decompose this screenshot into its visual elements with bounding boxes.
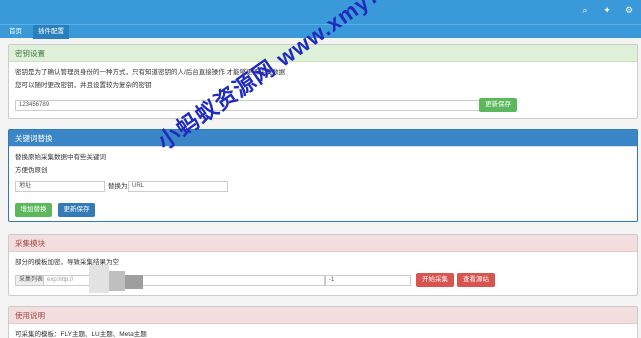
replace-label: 替换为 [108, 183, 128, 190]
secret-desc-2: 您可以随时更改密钥，并且设置较为复杂的密钥 [15, 82, 152, 89]
collect-panel: 采集模块 部分的模板加密，导致采集结果为空 采集列表 exp:http:// -… [8, 234, 638, 296]
add-replace-button[interactable]: 增加替换 [15, 203, 52, 217]
search-icon[interactable]: ⌕ [579, 5, 591, 16]
view-source-button[interactable]: 查看源站 [457, 273, 495, 287]
tab-plugin-config[interactable]: 插件配置 [33, 25, 69, 39]
secret-save-button[interactable]: 更新保存 [479, 98, 517, 112]
redaction-block [89, 265, 109, 293]
tab-home[interactable]: 首页 [4, 25, 27, 39]
address-input[interactable]: 地址 [15, 181, 105, 192]
sparkle-icon[interactable]: ✦ [601, 5, 613, 16]
url-input[interactable]: URL [128, 181, 228, 192]
keyword-desc-1: 替换原始采集数据中有些关键词 [15, 154, 106, 161]
redaction-block [125, 275, 143, 289]
keyword-panel-title: 关键词替换 [9, 130, 637, 147]
secret-panel: 密钥设置 密钥是为了确认管理员身份的一种方式，只有知道密钥的人/后台直接操作 才… [8, 44, 638, 119]
secret-key-input[interactable]: 123456789 [15, 100, 483, 111]
keyword-save-button[interactable]: 更新保存 [58, 203, 95, 217]
keyword-panel: 关键词替换 替换原始采集数据中有些关键词 方便伪原创 地址 替换为 URL 增加… [8, 129, 638, 222]
collect-panel-title: 采集模块 [9, 235, 637, 252]
collect-list-placeholder: exp:http:// [47, 277, 74, 283]
keyword-desc-2: 方便伪原创 [15, 167, 48, 174]
usage-panel: 使用说明 可采集的模板：FLY主题、LU主题、Meta主题 [8, 306, 638, 338]
usage-desc: 可采集的模板：FLY主题、LU主题、Meta主题 [15, 331, 147, 338]
gear-icon[interactable]: ⚙ [623, 5, 635, 16]
secret-desc-1: 密钥是为了确认管理员身份的一种方式，只有知道密钥的人/后台直接操作 才能够更新采… [15, 69, 286, 76]
redaction-block [109, 271, 125, 291]
collect-list-input[interactable]: exp:http:// [43, 275, 325, 286]
usage-panel-title: 使用说明 [9, 307, 637, 324]
start-collect-button[interactable]: 开始采集 [416, 273, 454, 287]
page-input[interactable]: -1 [325, 275, 411, 286]
